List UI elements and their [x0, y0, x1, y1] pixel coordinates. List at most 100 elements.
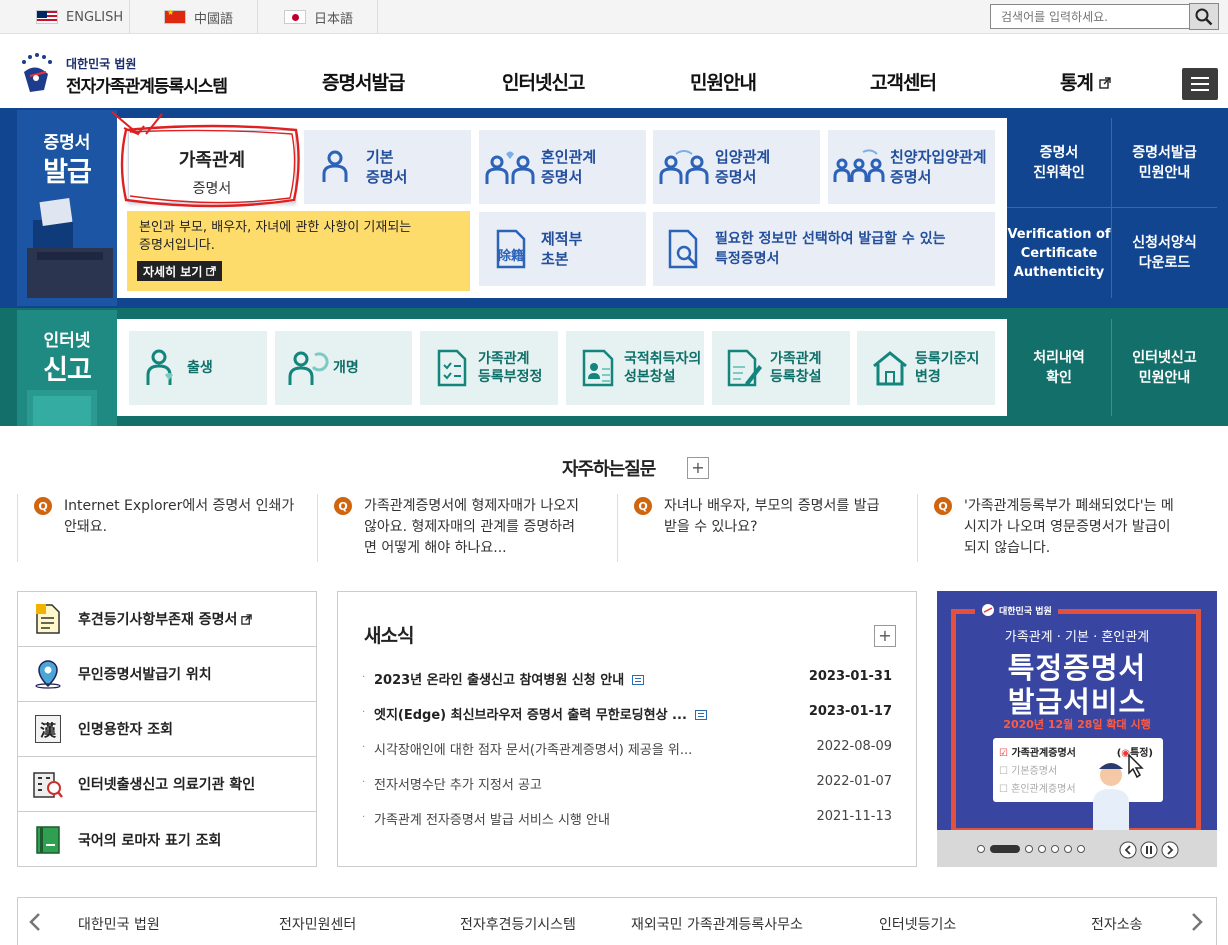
- faq-title: 자주하는질문: [562, 459, 656, 480]
- question-icon: Q: [34, 497, 52, 515]
- nav-internet-report[interactable]: 인터넷신고: [502, 68, 585, 95]
- green-book-icon: [18, 825, 78, 855]
- news-row[interactable]: · 시각장애인에 대한 점자 문서(가족관계증명서) 제공을 위... 2022…: [362, 739, 892, 759]
- report-civil-guide-link[interactable]: 인터넷신고 민원안내: [1112, 319, 1217, 416]
- nav-customer-center[interactable]: 고객센터: [870, 68, 937, 95]
- prev-icon[interactable]: [1119, 841, 1137, 859]
- register-correction-card[interactable]: 가족관계 등록부정정: [420, 331, 558, 405]
- tooltip-text: 본인과 부모, 배우자, 자녀에 관한 사항이 기재되는 증명서입니다.: [139, 220, 412, 253]
- adoption-certificate-card[interactable]: 입양관계 증명서: [653, 130, 820, 204]
- faq-item-text: '가족관계등록부가 폐쇄되었다'는 메 시지가 나오며 영문증명서가 발급이 되…: [964, 498, 1174, 556]
- hospital-check-link[interactable]: 인터넷출생신고 의료기관 확인: [18, 757, 316, 812]
- specific-certificate-card[interactable]: 필요한 정보만 선택하여 발급할 수 있는 특정증명서: [653, 212, 995, 286]
- map-pin-icon: [18, 659, 78, 689]
- related-site-link[interactable]: 인터넷등기소: [879, 914, 956, 934]
- faq-item[interactable]: Q 가족관계증명서에 형제자매가 나오지 않아요. 형제자매의 관계를 증명하려…: [317, 494, 617, 562]
- banner-opt-label: 혼인관계증명서: [1011, 784, 1076, 795]
- nav-statistics[interactable]: 통계: [1060, 68, 1111, 95]
- full-adoption-certificate-label: 친양자입양관계 증명서: [890, 148, 987, 186]
- hamburger-menu-button[interactable]: [1182, 68, 1218, 100]
- certificate-verify-link[interactable]: 증명서 진위확인: [1007, 118, 1112, 208]
- related-site-link[interactable]: 전자민원센터: [279, 914, 356, 934]
- banner-opt-3: ☐ 혼인관계증명서: [999, 784, 1076, 795]
- specific-certificate-label: 필요한 정보만 선택하여 발급할 수 있는 특정증명서: [715, 231, 946, 267]
- guardianship-certificate-link[interactable]: 후견등기사항부존재 증명서: [18, 592, 316, 647]
- basic-certificate-card[interactable]: 기본 증명서: [304, 130, 471, 204]
- related-site-link[interactable]: 대한민국 법원: [78, 914, 160, 934]
- faq-item[interactable]: Q Internet Explorer에서 증명서 인쇄가 안돼요.: [17, 494, 317, 562]
- related-site-link[interactable]: 재외국민 가족관계등록사무소: [631, 914, 803, 934]
- marriage-certificate-card[interactable]: 혼인관계 증명서: [479, 130, 646, 204]
- naturalized-surname-card[interactable]: 국적취득자의 성본창설: [566, 331, 704, 405]
- tooltip-more-button[interactable]: 자세히 보기: [137, 261, 223, 281]
- report-title-big: 신고: [43, 355, 92, 386]
- adoption-certificate-label: 입양관계 증명서: [715, 148, 771, 186]
- birth-report-card[interactable]: 출생: [129, 331, 267, 405]
- faq-more-button[interactable]: +: [687, 457, 709, 479]
- chevron-left-icon[interactable]: [28, 912, 42, 932]
- romanization-link[interactable]: 국어의 로마자 표기 조회: [18, 812, 316, 867]
- pause-icon[interactable]: [1140, 841, 1158, 859]
- banner-opt-2: ☐ 기본증명서: [999, 766, 1058, 777]
- news-title: 새소식: [364, 625, 414, 647]
- pager-dot-active[interactable]: [990, 845, 1020, 853]
- lang-english[interactable]: ENGLISH: [0, 0, 130, 34]
- red-annotation-mark: [111, 111, 300, 208]
- banner-pagination: [977, 845, 1085, 853]
- removed-register-card[interactable]: 除籍 제적부 초본: [479, 212, 646, 286]
- naturalized-surname-label: 국적취득자의 성본창설: [624, 351, 702, 385]
- logo-title[interactable]: 전자가족관계등록시스템: [66, 72, 228, 97]
- logo-subtitle: 대한민국 법원: [66, 57, 137, 71]
- nav-certificate-issue[interactable]: 증명서발급: [322, 68, 405, 95]
- faq-item[interactable]: Q '가족관계등록부가 폐쇄되었다'는 메 시지가 나오며 영문증명서가 발급이…: [917, 494, 1217, 562]
- pager-dot[interactable]: [1077, 845, 1085, 853]
- name-change-card[interactable]: 개명: [275, 331, 412, 405]
- next-icon[interactable]: [1161, 841, 1179, 859]
- related-site-link[interactable]: 전자후견등기시스템: [460, 914, 576, 934]
- news-row-date: 2023-01-31: [808, 669, 892, 684]
- promo-banner[interactable]: 대한민국 법원 가족관계 · 기본 · 혼인관계 특정증명서 발급서비스 202…: [937, 591, 1217, 867]
- chevron-right-icon[interactable]: [1190, 912, 1204, 932]
- news-row[interactable]: · 전자서명수단 추가 지정서 공고 2022-01-07: [362, 774, 892, 794]
- news-row[interactable]: · 가족관계 전자증명서 발급 서비스 시행 안내 2021-11-13: [362, 809, 892, 829]
- application-form-download-link[interactable]: 신청서양식 다운로드: [1112, 208, 1217, 298]
- kiosk-location-link[interactable]: 무인증명서발급기 위치: [18, 647, 316, 702]
- certificate-issue-header: 증명서 발급: [17, 110, 117, 306]
- register-creation-card[interactable]: 가족관계 등록창설: [712, 331, 850, 405]
- couple-heart-icon: [479, 148, 541, 186]
- pager-dot[interactable]: [1025, 845, 1033, 853]
- printer-icon: [27, 198, 113, 298]
- nav-civil-guide[interactable]: 민원안내: [690, 68, 757, 95]
- search-button[interactable]: [1189, 3, 1219, 30]
- pager-dot[interactable]: [977, 845, 985, 853]
- register-creation-label: 가족관계 등록창설: [770, 351, 822, 385]
- issue-civil-guide-link[interactable]: 증명서발급 민원안내: [1112, 118, 1217, 208]
- search-input[interactable]: [990, 4, 1190, 29]
- issue-title-big: 발급: [43, 157, 92, 188]
- base-location-change-card[interactable]: 등록기준지 변경: [857, 331, 995, 405]
- banner-opt-label: 기본증명서: [1011, 766, 1058, 777]
- news-bullet: ·: [362, 777, 366, 788]
- faq-item-text: 자녀나 배우자, 부모의 증명서를 발급 받을 수 있나요?: [664, 498, 880, 535]
- court-emblem-icon[interactable]: [16, 52, 56, 94]
- full-adoption-certificate-card[interactable]: 친양자입양관계 증명서: [828, 130, 995, 204]
- lang-chinese[interactable]: 中國語: [130, 0, 258, 34]
- laptop-icon: [27, 390, 97, 426]
- verification-authenticity-link[interactable]: Verification of Certificate Authenticity: [1007, 208, 1112, 298]
- processing-history-link[interactable]: 처리내역 확인: [1007, 319, 1112, 416]
- family-adoption-icon: [828, 148, 890, 186]
- name-hanja-link[interactable]: 漢 인명용한자 조회: [18, 702, 316, 757]
- pager-dot[interactable]: [1038, 845, 1046, 853]
- pager-dot[interactable]: [1064, 845, 1072, 853]
- us-flag-icon: [36, 10, 58, 24]
- pager-dot[interactable]: [1051, 845, 1059, 853]
- quick-link-label: 인명용한자 조회: [78, 722, 174, 738]
- news-row[interactable]: · 엣지(Edge) 최신브라우저 증명서 출력 무한로딩현상 ... 2023…: [362, 704, 892, 724]
- news-bullet: ·: [362, 742, 366, 753]
- related-site-link[interactable]: 전자소송: [1091, 914, 1143, 934]
- lang-japanese[interactable]: 日本語: [258, 0, 378, 34]
- basic-certificate-label: 기본 증명서: [366, 148, 408, 186]
- news-more-button[interactable]: +: [874, 625, 896, 647]
- news-row[interactable]: · 2023년 온라인 출생신고 참여병원 신청 안내 2023-01-31: [362, 669, 892, 689]
- faq-item[interactable]: Q 자녀나 배우자, 부모의 증명서를 발급 받을 수 있나요?: [617, 494, 917, 562]
